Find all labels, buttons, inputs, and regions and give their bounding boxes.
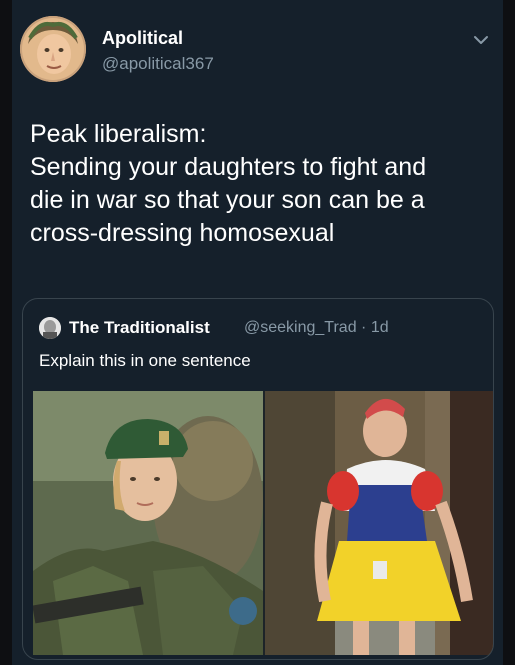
chevron-down-icon[interactable] bbox=[471, 30, 491, 50]
quoted-author-meta: @seeking_Trad · 1d bbox=[244, 319, 389, 336]
costume-photo[interactable] bbox=[265, 391, 493, 655]
tweet-card[interactable]: Apolitical @apolitical367 Peak liberalis… bbox=[12, 0, 503, 665]
tweet-line: die in war so that your son can be a bbox=[30, 186, 425, 214]
author-name[interactable]: Apolitical bbox=[102, 28, 183, 49]
quoted-media[interactable] bbox=[33, 391, 493, 655]
author-handle[interactable]: @apolitical367 bbox=[102, 54, 214, 74]
tweet-text: Peak liberalism: Sending your daughters … bbox=[30, 118, 490, 250]
tweet-header: Apolitical @apolitical367 bbox=[20, 16, 495, 86]
quoted-tweet[interactable]: The Traditionalist @seeking_Trad · 1d Ex… bbox=[22, 298, 494, 660]
avatar[interactable] bbox=[20, 16, 86, 82]
tweet-line: Sending your daughters to fight and bbox=[30, 153, 427, 181]
tweet-line: Peak liberalism: bbox=[30, 120, 207, 148]
quoted-author-name[interactable]: The Traditionalist bbox=[69, 318, 210, 338]
quoted-tweet-text: Explain this in one sentence bbox=[39, 351, 251, 370]
soldier-photo[interactable] bbox=[33, 391, 263, 655]
quoted-avatar-portrait-icon bbox=[39, 317, 61, 339]
quoted-tweet-header: The Traditionalist @seeking_Trad · 1d bbox=[39, 317, 479, 341]
quoted-avatar[interactable] bbox=[39, 317, 61, 339]
avatar-portrait-icon bbox=[20, 16, 86, 82]
tweet-line: cross-dressing homosexual bbox=[30, 219, 335, 247]
